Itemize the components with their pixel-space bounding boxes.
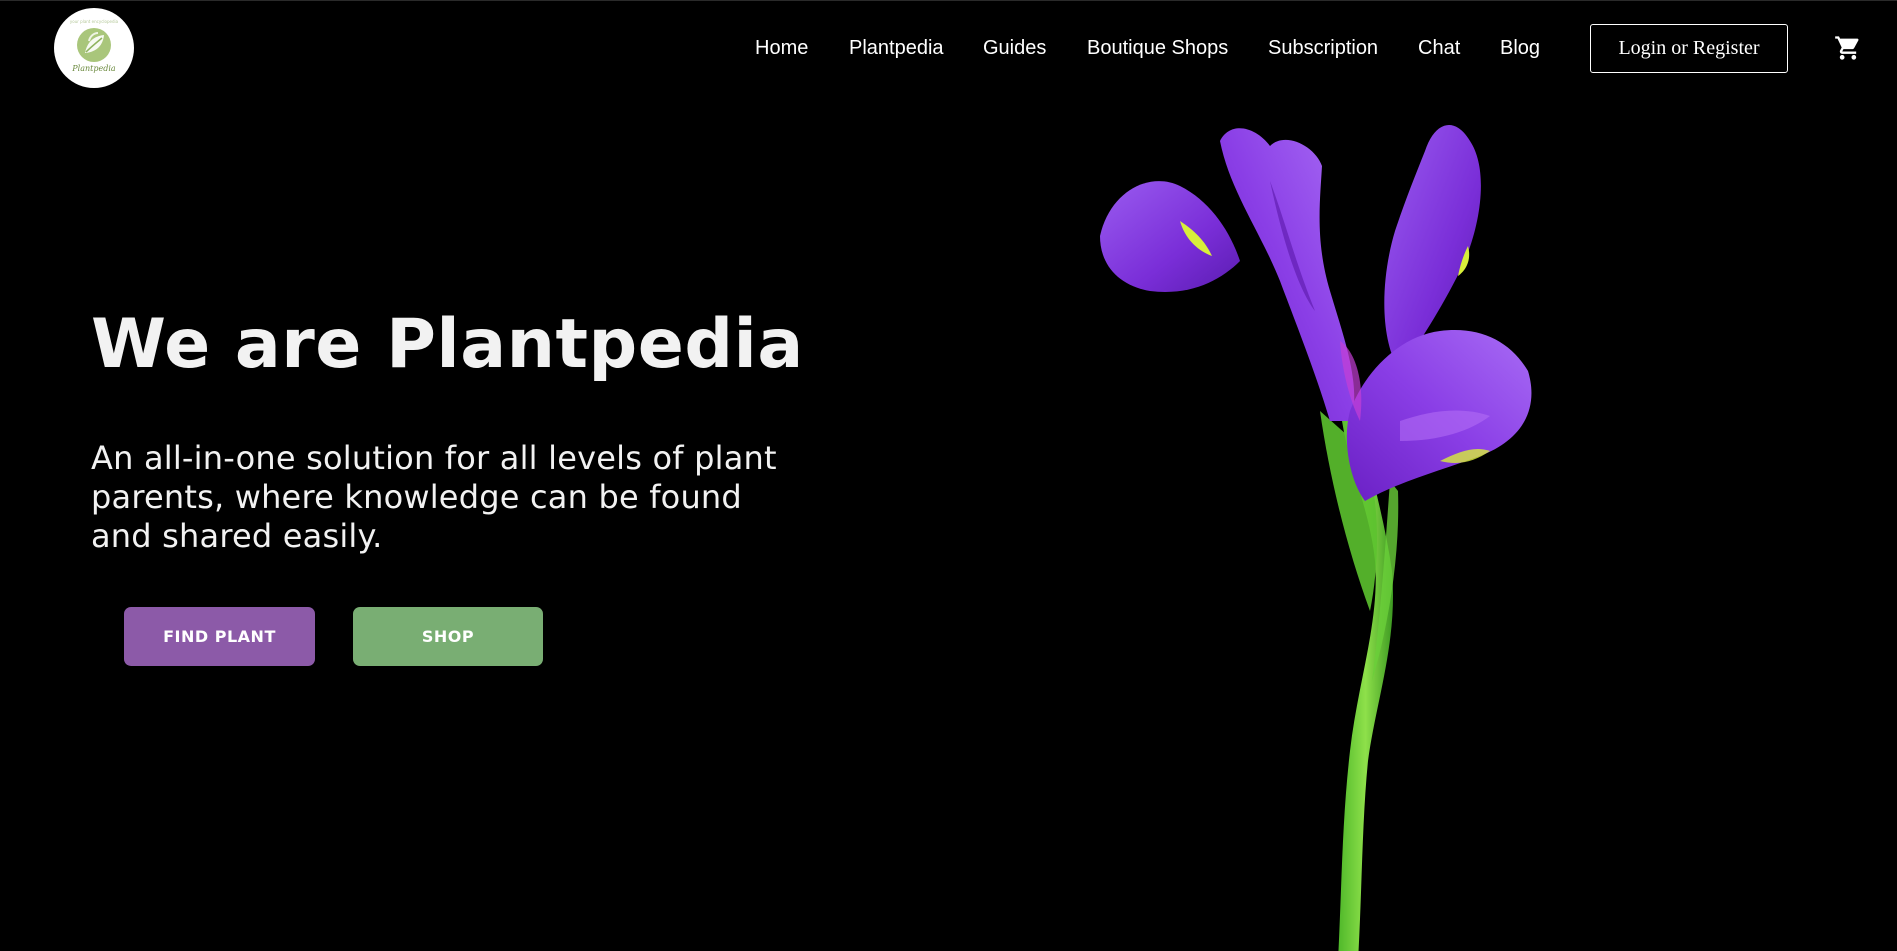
nav-item-subscription[interactable]: Subscription <box>1268 34 1378 62</box>
nav-item-home[interactable]: Home <box>755 34 808 62</box>
iris-flower-image <box>1100 124 1532 951</box>
hero-subtitle: An all-in-one solution for all levels of… <box>91 439 777 555</box>
svg-text:your plant encyclopedia: your plant encyclopedia <box>70 19 119 24</box>
hero-title: We are Plantpedia <box>91 305 804 384</box>
login-register-button[interactable]: Login or Register <box>1590 24 1788 73</box>
nav-item-boutique-shops[interactable]: Boutique Shops <box>1087 34 1228 62</box>
nav-item-blog[interactable]: Blog <box>1500 34 1540 62</box>
shop-button[interactable]: SHOP <box>353 607 543 666</box>
find-plant-button[interactable]: FIND PLANT <box>124 607 315 666</box>
svg-text:Plantpedia: Plantpedia <box>71 64 116 73</box>
nav-item-chat[interactable]: Chat <box>1418 34 1460 62</box>
landing-page: Plantpedia your plant encyclopedia Home … <box>0 0 1897 951</box>
shopping-cart-icon[interactable] <box>1834 34 1862 62</box>
nav-item-guides[interactable]: Guides <box>983 34 1046 62</box>
nav-item-plantpedia[interactable]: Plantpedia <box>849 34 944 62</box>
